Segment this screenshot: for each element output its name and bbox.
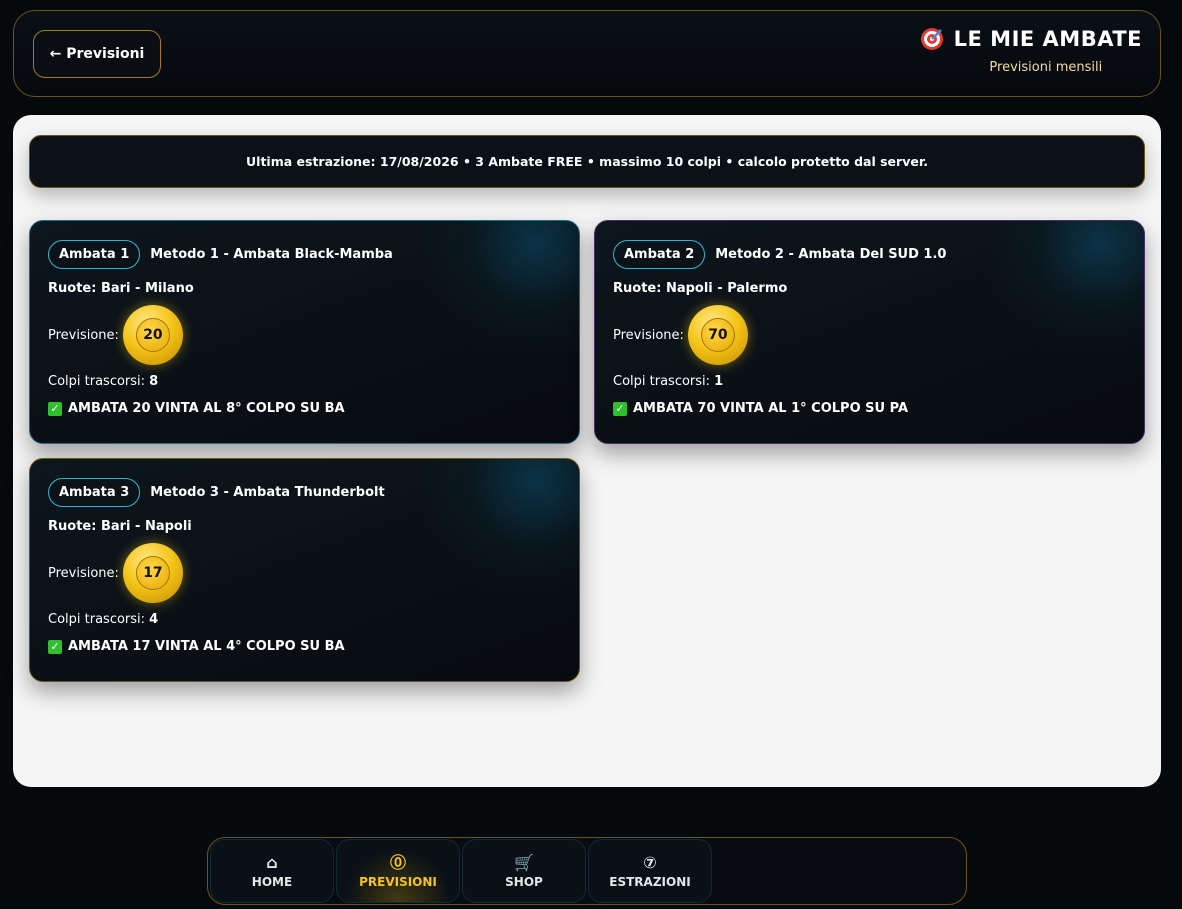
colpi-trascorsi: Colpi trascorsi: 4	[48, 612, 561, 627]
prediction-label: Previsione:	[613, 327, 684, 343]
prediction-ball: 70	[687, 305, 748, 365]
result-text: AMBATA 20 VINTA AL 8° COLPO SU BA	[68, 401, 345, 416]
page-subtitle: Previsioni mensili	[989, 60, 1103, 75]
page-title: LE MIE AMBATE	[953, 27, 1142, 51]
nav-shop[interactable]: 🛒 SHOP	[462, 839, 586, 903]
prediction-number: 17	[135, 556, 170, 590]
wheels: Ruote: Bari - Napoli	[48, 519, 192, 534]
prediction-number: 20	[135, 318, 170, 352]
bottom-nav: ⌂ HOME ⓪ PREVISIONI 🛒 SHOP ⑦ ESTRAZIONI	[207, 837, 967, 905]
nav-estrazioni-label: ESTRAZIONI	[609, 874, 691, 889]
result-text: AMBATA 70 VINTA AL 1° COLPO SU PA	[633, 401, 909, 416]
wheels: Ruote: Bari - Milano	[48, 281, 194, 296]
nav-previsioni[interactable]: ⓪ PREVISIONI	[336, 839, 460, 903]
ambata-badge: Ambata 3	[48, 478, 141, 507]
prediction-label: Previsione:	[48, 327, 119, 343]
prediction-number: 70	[700, 318, 735, 352]
top-header: ← Previsioni LE MIE AMBATE Previsioni me…	[13, 10, 1161, 97]
colpi-label: Colpi trascorsi:	[48, 374, 146, 389]
method-name: Metodo 1 - Ambata Black-Mamba	[150, 247, 393, 262]
title-block: LE MIE AMBATE Previsioni mensili	[920, 27, 1142, 75]
main-panel: Ultima estrazione: 17/08/2026 • 3 Ambate…	[13, 115, 1161, 787]
result-row: ✓ AMBATA 70 VINTA AL 1° COLPO SU PA	[613, 401, 1126, 416]
colpi-value: 8	[149, 374, 159, 389]
check-icon: ✓	[48, 401, 62, 416]
result-text: AMBATA 17 VINTA AL 4° COLPO SU BA	[68, 639, 345, 654]
result-row: ✓ AMBATA 17 VINTA AL 4° COLPO SU BA	[48, 639, 561, 654]
coin-icon: ⓪	[389, 852, 406, 872]
ambata-badge: Ambata 1	[48, 240, 141, 269]
nav-previsioni-label: PREVISIONI	[359, 874, 437, 889]
wheels: Ruote: Napoli - Palermo	[613, 281, 788, 296]
colpi-trascorsi: Colpi trascorsi: 1	[613, 374, 1126, 389]
ball-number-icon: ⑦	[643, 852, 657, 872]
colpi-trascorsi: Colpi trascorsi: 8	[48, 374, 561, 389]
ambata-card-2: Ambata 2 Metodo 2 - Ambata Del SUD 1.0 R…	[594, 220, 1145, 444]
nav-shop-label: SHOP	[505, 874, 543, 889]
method-name: Metodo 3 - Ambata Thunderbolt	[150, 485, 385, 500]
home-icon: ⌂	[266, 852, 278, 872]
check-icon: ✓	[613, 401, 627, 416]
colpi-value: 4	[149, 612, 159, 627]
colpi-label: Colpi trascorsi:	[613, 374, 711, 389]
ambata-badge: Ambata 2	[613, 240, 706, 269]
page-title-row: LE MIE AMBATE	[920, 27, 1142, 51]
cart-icon: 🛒	[514, 852, 534, 872]
target-icon	[920, 27, 944, 51]
info-bar: Ultima estrazione: 17/08/2026 • 3 Ambate…	[29, 135, 1145, 188]
nav-estrazioni[interactable]: ⑦ ESTRAZIONI	[588, 839, 712, 903]
ambata-card-3: Ambata 3 Metodo 3 - Ambata Thunderbolt R…	[29, 458, 580, 682]
ambata-card-1: Ambata 1 Metodo 1 - Ambata Black-Mamba R…	[29, 220, 580, 444]
method-name: Metodo 2 - Ambata Del SUD 1.0	[715, 247, 947, 262]
prediction-label: Previsione:	[48, 565, 119, 581]
back-button-label: ← Previsioni	[49, 46, 145, 62]
back-button[interactable]: ← Previsioni	[33, 30, 161, 78]
check-icon: ✓	[48, 639, 62, 654]
colpi-label: Colpi trascorsi:	[48, 612, 146, 627]
nav-home-label: HOME	[251, 874, 293, 889]
nav-home[interactable]: ⌂ HOME	[210, 839, 334, 903]
prediction-ball: 17	[122, 543, 183, 603]
result-row: ✓ AMBATA 20 VINTA AL 8° COLPO SU BA	[48, 401, 561, 416]
prediction-ball: 20	[122, 305, 183, 365]
colpi-value: 1	[714, 374, 724, 389]
